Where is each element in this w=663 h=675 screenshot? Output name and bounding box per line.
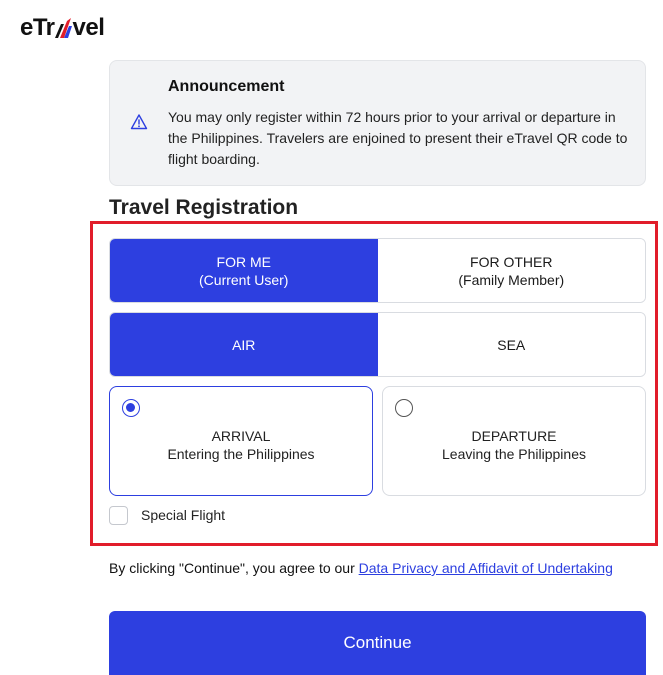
special-flight-label: Special Flight [141,507,226,523]
departure-radio[interactable] [395,399,413,417]
arrival-sublabel: Entering the Philippines [167,446,315,462]
etravel-logo: eTr vel [20,14,105,42]
data-privacy-link[interactable]: Data Privacy and Affidavit of Undertakin… [359,560,613,576]
air-option[interactable]: AIR [110,313,378,376]
consent-text: By clicking "Continue", you agree to our… [109,560,619,577]
consent-prefix: By clicking "Continue", you agree to our [109,560,359,576]
traveler-type-toggle: FOR ME (Current User) FOR OTHER (Family … [109,238,646,303]
page-title: Travel Registration [109,196,299,219]
for-me-option[interactable]: FOR ME (Current User) [110,239,378,302]
arrival-card[interactable]: ARRIVAL Entering the Philippines [109,386,373,496]
departure-text: DEPARTURE Leaving the Philippines [383,427,645,463]
sea-option[interactable]: SEA [377,313,645,376]
announcement-body: You may only register within 72 hours pr… [168,109,628,167]
announcement-title: Announcement [168,78,285,95]
option-label: FOR ME [216,253,271,270]
logo-a-mark-icon [54,18,72,38]
logo-text-left: eTr [20,14,55,41]
for-other-option[interactable]: FOR OTHER (Family Member) [377,239,645,302]
departure-sublabel: Leaving the Philippines [442,446,586,462]
continue-button[interactable]: Continue [109,611,646,675]
arrival-label: ARRIVAL [211,428,271,444]
option-label: SEA [497,336,526,353]
warning-icon [130,114,148,130]
option-sublabel: (Current User) [199,271,289,288]
arrival-radio[interactable] [122,399,140,417]
special-flight-checkbox[interactable] [109,506,128,525]
announcement-box: Announcement You may only register withi… [109,60,646,186]
departure-card[interactable]: DEPARTURE Leaving the Philippines [382,386,646,496]
option-label: FOR OTHER [470,253,553,270]
travel-mode-toggle: AIR SEA [109,312,646,377]
arrival-text: ARRIVAL Entering the Philippines [110,427,372,463]
radio-selected-dot [126,403,135,412]
logo-text-right: vel [72,14,105,41]
option-sublabel: (Family Member) [458,271,565,288]
option-label: AIR [232,336,256,353]
departure-label: DEPARTURE [471,428,557,444]
